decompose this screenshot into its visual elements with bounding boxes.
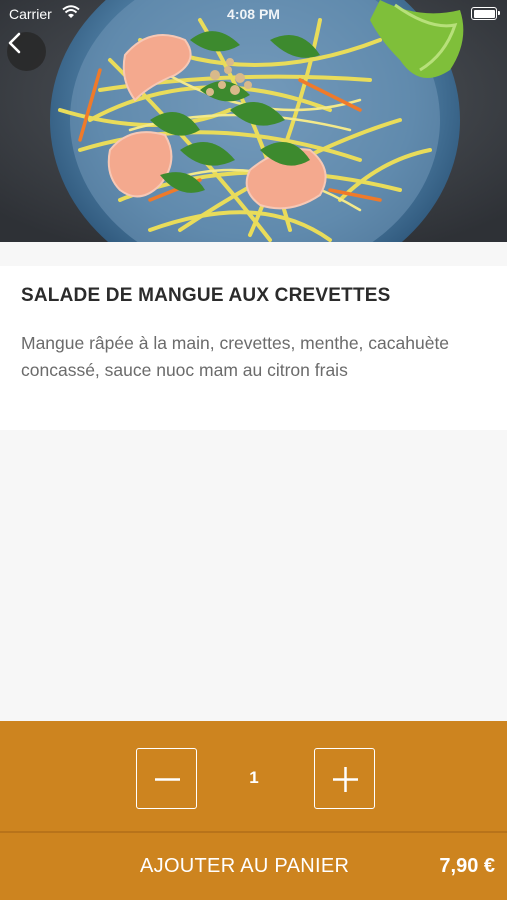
dish-title: SALADE DE MANGUE AUX CREVETTES: [21, 285, 391, 306]
increment-button[interactable]: [314, 748, 375, 809]
quantity-stepper: 1: [0, 721, 507, 831]
order-bar: 1 AJOUTER AU PANIER 7,90 €: [0, 721, 507, 900]
battery-icon: [471, 7, 500, 20]
salad-illustration: [0, 0, 507, 242]
price-label: 7,90 €: [439, 855, 495, 877]
chevron-left-icon: [8, 32, 21, 54]
dish-info-card: SALADE DE MANGUE AUX CREVETTES Mangue râ…: [0, 266, 507, 430]
status-bar: Carrier 4:08 PM: [0, 0, 507, 28]
dish-photo: Carrier 4:08 PM: [0, 0, 507, 242]
status-time: 4:08 PM: [227, 6, 280, 22]
add-to-cart-button[interactable]: AJOUTER AU PANIER 7,90 €: [0, 833, 507, 900]
minus-icon: [155, 778, 180, 781]
back-button[interactable]: [7, 32, 46, 71]
quantity-value: 1: [249, 768, 259, 787]
dish-description: Mangue râpée à la main, crevettes, menth…: [21, 333, 450, 380]
add-to-cart-label: AJOUTER AU PANIER: [140, 855, 350, 877]
plus-icon: [333, 767, 358, 792]
decrement-button[interactable]: [136, 748, 197, 809]
